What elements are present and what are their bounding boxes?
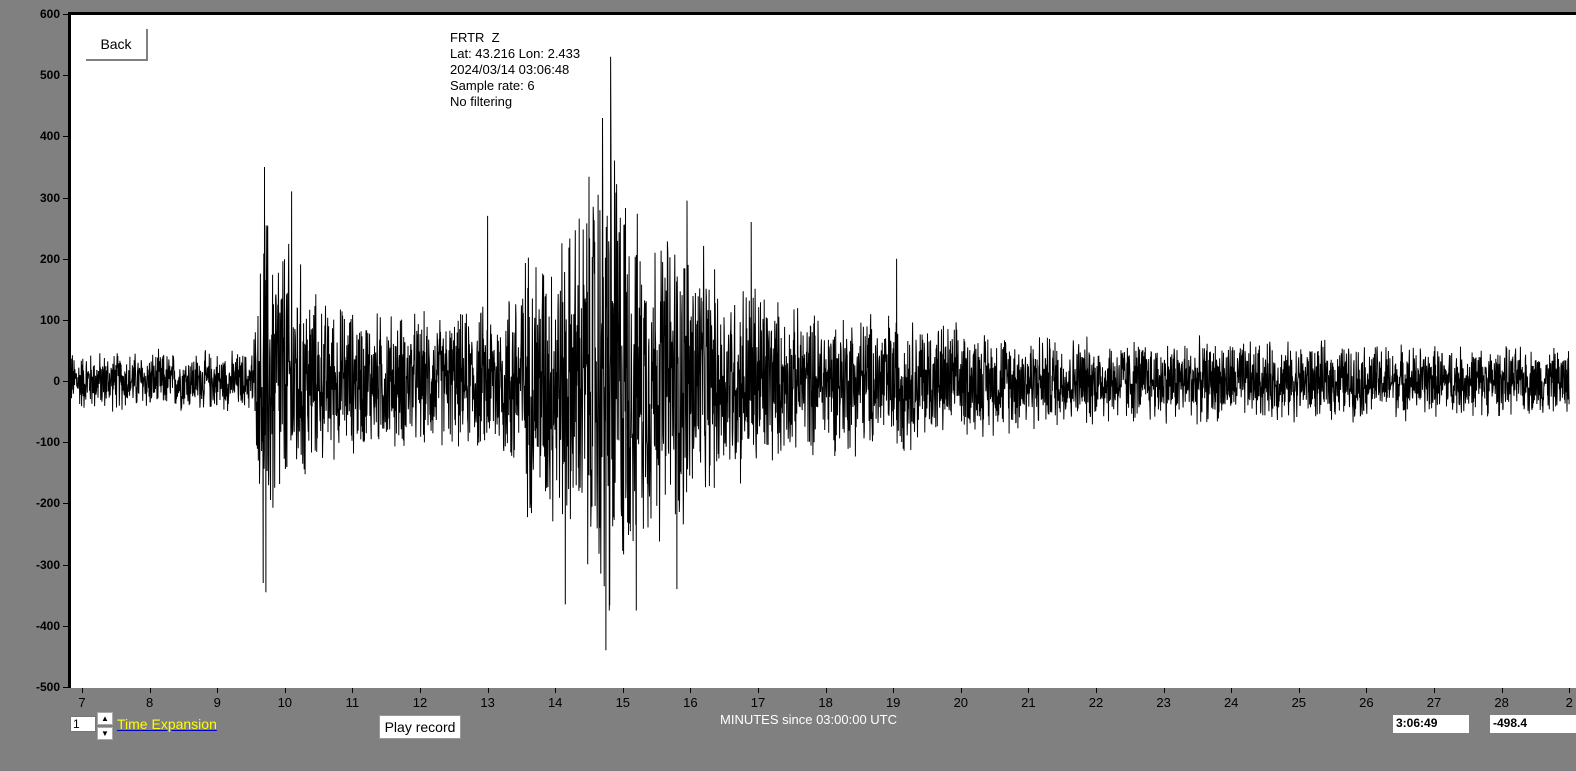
spin-down-icon[interactable]: ▼ xyxy=(97,727,113,740)
y-tick-mark xyxy=(63,136,68,138)
sample-rate: Sample rate: 6 xyxy=(450,78,535,93)
time-readout: 3:06:49 xyxy=(1393,715,1469,733)
y-tick-label: -100 xyxy=(35,435,60,450)
station-name: FRTR Z xyxy=(450,30,500,45)
y-tick-mark xyxy=(63,197,68,199)
bottom-control-bar xyxy=(0,688,1576,771)
spin-up-icon[interactable]: ▲ xyxy=(97,712,113,725)
y-tick-label: -200 xyxy=(35,496,60,511)
y-tick-mark xyxy=(63,75,68,77)
seismic-waveform-line xyxy=(71,56,1570,651)
y-tick-label: -300 xyxy=(35,557,60,572)
y-tick-label: 300 xyxy=(39,190,60,205)
y-tick-mark xyxy=(63,258,68,260)
y-tick-label: 600 xyxy=(39,7,60,21)
y-tick-label: 0 xyxy=(53,374,60,389)
y-tick-label: 100 xyxy=(39,312,60,327)
y-tick-mark xyxy=(63,319,68,321)
station-location: Lat: 43.216 Lon: 2.433 xyxy=(450,46,581,61)
y-tick-label: 500 xyxy=(39,68,60,83)
filter-status: No filtering xyxy=(450,94,513,109)
y-tick-label: -400 xyxy=(35,618,60,633)
y-tick-mark xyxy=(63,625,68,627)
y-tick-mark xyxy=(63,503,68,505)
y-tick-mark xyxy=(63,14,68,15)
time-expansion-label[interactable]: Time Expansion xyxy=(117,716,217,732)
seismogram-plot[interactable] xyxy=(68,12,1576,688)
y-tick-label: 400 xyxy=(39,129,60,144)
play-record-button[interactable]: Play record xyxy=(379,715,461,739)
back-button[interactable]: Back xyxy=(86,29,148,61)
y-tick-label: 200 xyxy=(39,251,60,266)
y-tick-mark xyxy=(63,381,68,383)
x-axis-label: MINUTES since 03:00:00 UTC xyxy=(720,712,898,727)
value-readout: -498.4 xyxy=(1490,715,1576,733)
y-tick-mark xyxy=(63,442,68,444)
record-datetime: 2024/03/14 03:06:48 xyxy=(450,62,570,77)
y-tick-mark xyxy=(63,564,68,566)
time-expansion-input[interactable] xyxy=(70,716,96,732)
station-info: FRTR Z Lat: 43.216 Lon: 2.433 2024/03/14… xyxy=(450,30,580,110)
seismogram-trace-area xyxy=(71,56,1570,651)
